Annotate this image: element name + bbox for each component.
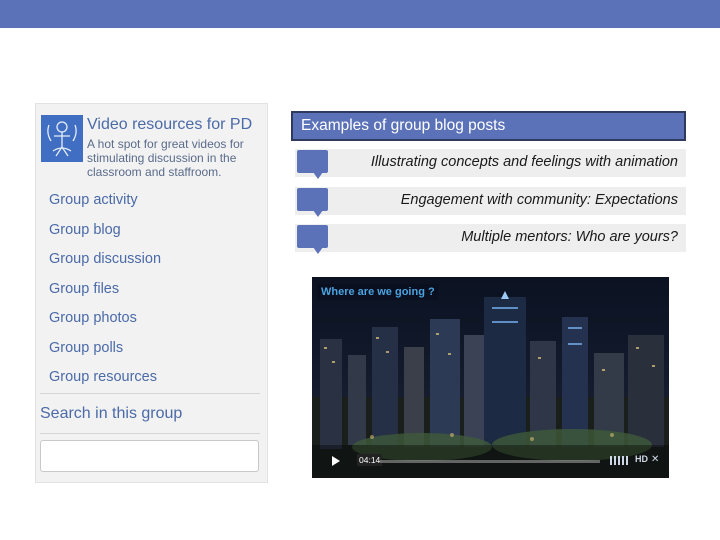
speech-bubble-icon xyxy=(297,225,328,254)
divider xyxy=(40,393,260,394)
nav-group-blog[interactable]: Group blog xyxy=(49,220,161,250)
hd-toggle[interactable]: HD xyxy=(635,454,648,464)
group-sidebar: Video resources for PD A hot spot for gr… xyxy=(35,103,268,483)
speech-bubble-icon xyxy=(297,150,328,179)
play-icon[interactable] xyxy=(332,456,340,466)
blog-post-title[interactable]: Illustrating concepts and feelings with … xyxy=(371,154,678,170)
posts-header: Examples of group blog posts xyxy=(291,111,686,141)
blog-post-title[interactable]: Multiple mentors: Who are yours? xyxy=(461,229,678,245)
group-nav: Group activity Group blog Group discussi… xyxy=(49,190,161,397)
group-logo-image[interactable] xyxy=(41,115,83,162)
group-search-input[interactable] xyxy=(40,440,259,472)
search-heading: Search in this group xyxy=(40,405,183,422)
group-title[interactable]: Video resources for PD xyxy=(87,116,252,134)
divider xyxy=(40,433,260,434)
city-night-video-frame xyxy=(312,277,669,478)
nav-group-activity[interactable]: Group activity xyxy=(49,190,161,220)
blog-post-item[interactable]: Multiple mentors: Who are yours? xyxy=(295,224,686,254)
top-bar xyxy=(0,0,720,28)
group-description: A hot spot for great videos for stimulat… xyxy=(87,137,244,179)
video-title[interactable]: Where are we going ? xyxy=(317,284,439,300)
nav-group-polls[interactable]: Group polls xyxy=(49,338,161,368)
blog-post-item[interactable]: Engagement with community: Expectations xyxy=(295,187,686,217)
video-duration: 04:14 xyxy=(357,454,383,466)
nav-group-photos[interactable]: Group photos xyxy=(49,308,161,338)
video-controls: 04:14 HD ✕ xyxy=(326,451,661,471)
speech-bubble-icon xyxy=(297,188,328,217)
blog-post-item[interactable]: Illustrating concepts and feelings with … xyxy=(295,149,686,179)
blog-post-title[interactable]: Engagement with community: Expectations xyxy=(401,192,678,208)
nav-group-files[interactable]: Group files xyxy=(49,279,161,309)
fullscreen-icon[interactable]: ✕ xyxy=(651,454,659,465)
video-progress-bar[interactable] xyxy=(380,460,600,463)
volume-icon[interactable] xyxy=(610,456,630,465)
video-player[interactable]: Where are we going ? 04:14 HD ✕ xyxy=(312,277,669,478)
nav-group-discussion[interactable]: Group discussion xyxy=(49,249,161,279)
